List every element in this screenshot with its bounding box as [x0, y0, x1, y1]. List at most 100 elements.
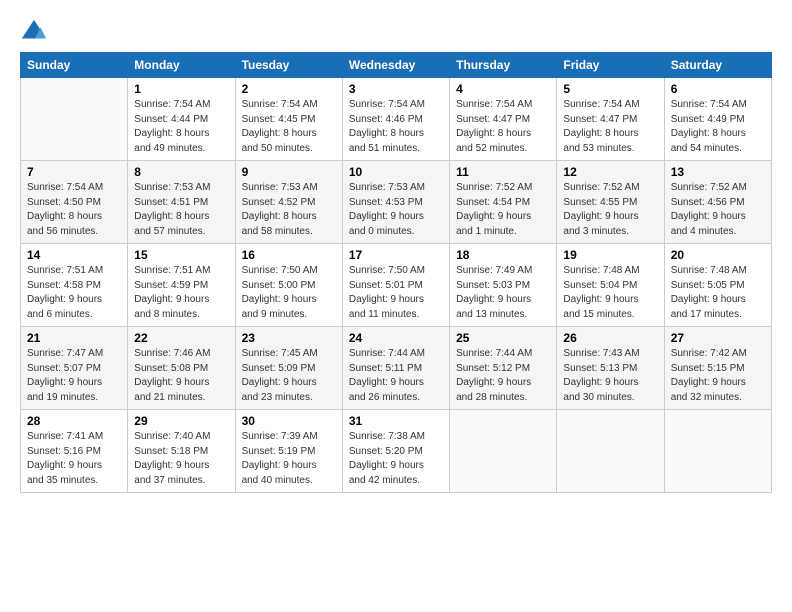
logo-icon [20, 18, 48, 46]
calendar-cell: 10 Sunrise: 7:53 AM Sunset: 4:53 PM Dayli… [342, 161, 449, 244]
day-info: Sunrise: 7:44 AM Sunset: 5:11 PM Dayligh… [349, 347, 443, 405]
day-info: Sunrise: 7:46 AM Sunset: 5:08 PM Dayligh… [134, 347, 228, 405]
day-info: Sunrise: 7:40 AM Sunset: 5:18 PM Dayligh… [134, 430, 228, 488]
day-info: Sunrise: 7:54 AM Sunset: 4:46 PM Dayligh… [349, 98, 443, 156]
day-info: Sunrise: 7:45 AM Sunset: 5:09 PM Dayligh… [242, 347, 336, 405]
day-number: 10 [349, 165, 443, 179]
col-header-saturday: Saturday [664, 53, 771, 78]
day-info: Sunrise: 7:54 AM Sunset: 4:47 PM Dayligh… [456, 98, 550, 156]
day-number: 15 [134, 248, 228, 262]
day-number: 16 [242, 248, 336, 262]
day-number: 25 [456, 331, 550, 345]
calendar-cell: 9 Sunrise: 7:53 AM Sunset: 4:52 PM Daylig… [235, 161, 342, 244]
week-row-2: 7 Sunrise: 7:54 AM Sunset: 4:50 PM Daylig… [21, 161, 772, 244]
calendar-cell: 28Sunrise: 7:41 AM Sunset: 5:16 PM Dayli… [21, 410, 128, 493]
day-number: 20 [671, 248, 765, 262]
day-info: Sunrise: 7:48 AM Sunset: 5:04 PM Dayligh… [563, 264, 657, 322]
calendar-cell [21, 78, 128, 161]
calendar-cell: 7 Sunrise: 7:54 AM Sunset: 4:50 PM Daylig… [21, 161, 128, 244]
day-number: 9 [242, 165, 336, 179]
calendar-cell: 2Sunrise: 7:54 AM Sunset: 4:45 PM Daylig… [235, 78, 342, 161]
calendar-cell: 14 Sunrise: 7:51 AM Sunset: 4:58 PM Dayli… [21, 244, 128, 327]
day-info: Sunrise: 7:53 AM Sunset: 4:51 PM Dayligh… [134, 181, 228, 239]
logo [20, 18, 50, 46]
header [20, 18, 772, 46]
day-info: Sunrise: 7:54 AM Sunset: 4:50 PM Dayligh… [27, 181, 121, 239]
calendar-cell: 27 Sunrise: 7:42 AM Sunset: 5:15 PM Dayli… [664, 327, 771, 410]
calendar-cell: 20 Sunrise: 7:48 AM Sunset: 5:05 PM Dayli… [664, 244, 771, 327]
col-header-thursday: Thursday [450, 53, 557, 78]
col-header-wednesday: Wednesday [342, 53, 449, 78]
week-row-4: 21Sunrise: 7:47 AM Sunset: 5:07 PM Dayli… [21, 327, 772, 410]
day-info: Sunrise: 7:44 AM Sunset: 5:12 PM Dayligh… [456, 347, 550, 405]
day-number: 26 [563, 331, 657, 345]
calendar-cell: 13 Sunrise: 7:52 AM Sunset: 4:56 PM Dayli… [664, 161, 771, 244]
calendar-cell: 29 Sunrise: 7:40 AM Sunset: 5:18 PM Dayli… [128, 410, 235, 493]
col-header-tuesday: Tuesday [235, 53, 342, 78]
calendar-cell: 12 Sunrise: 7:52 AM Sunset: 4:55 PM Dayli… [557, 161, 664, 244]
day-number: 1 [134, 82, 228, 96]
day-number: 30 [242, 414, 336, 428]
day-info: Sunrise: 7:51 AM Sunset: 4:58 PM Dayligh… [27, 264, 121, 322]
day-info: Sunrise: 7:50 AM Sunset: 5:01 PM Dayligh… [349, 264, 443, 322]
col-header-sunday: Sunday [21, 53, 128, 78]
calendar-cell: 15 Sunrise: 7:51 AM Sunset: 4:59 PM Dayli… [128, 244, 235, 327]
day-info: Sunrise: 7:48 AM Sunset: 5:05 PM Dayligh… [671, 264, 765, 322]
day-info: Sunrise: 7:54 AM Sunset: 4:49 PM Dayligh… [671, 98, 765, 156]
calendar-cell: 31 Sunrise: 7:38 AM Sunset: 5:20 PM Dayli… [342, 410, 449, 493]
day-info: Sunrise: 7:39 AM Sunset: 5:19 PM Dayligh… [242, 430, 336, 488]
day-info: Sunrise: 7:54 AM Sunset: 4:47 PM Dayligh… [563, 98, 657, 156]
calendar-cell [450, 410, 557, 493]
day-info: Sunrise: 7:38 AM Sunset: 5:20 PM Dayligh… [349, 430, 443, 488]
page-container: SundayMondayTuesdayWednesdayThursdayFrid… [0, 0, 792, 503]
day-number: 17 [349, 248, 443, 262]
day-number: 6 [671, 82, 765, 96]
day-info: Sunrise: 7:52 AM Sunset: 4:56 PM Dayligh… [671, 181, 765, 239]
calendar-cell: 6 Sunrise: 7:54 AM Sunset: 4:49 PM Daylig… [664, 78, 771, 161]
calendar-cell: 26 Sunrise: 7:43 AM Sunset: 5:13 PM Dayli… [557, 327, 664, 410]
col-header-monday: Monday [128, 53, 235, 78]
day-number: 21 [27, 331, 121, 345]
day-number: 5 [563, 82, 657, 96]
calendar-cell: 21Sunrise: 7:47 AM Sunset: 5:07 PM Dayli… [21, 327, 128, 410]
day-number: 28 [27, 414, 121, 428]
day-number: 11 [456, 165, 550, 179]
day-number: 23 [242, 331, 336, 345]
day-number: 22 [134, 331, 228, 345]
day-number: 31 [349, 414, 443, 428]
day-info: Sunrise: 7:54 AM Sunset: 4:45 PM Dayligh… [242, 98, 336, 156]
day-number: 8 [134, 165, 228, 179]
calendar-cell: 25 Sunrise: 7:44 AM Sunset: 5:12 PM Dayli… [450, 327, 557, 410]
calendar-cell: 8 Sunrise: 7:53 AM Sunset: 4:51 PM Daylig… [128, 161, 235, 244]
day-number: 4 [456, 82, 550, 96]
day-info: Sunrise: 7:53 AM Sunset: 4:53 PM Dayligh… [349, 181, 443, 239]
week-row-1: 1Sunrise: 7:54 AM Sunset: 4:44 PM Daylig… [21, 78, 772, 161]
calendar-cell: 24 Sunrise: 7:44 AM Sunset: 5:11 PM Dayli… [342, 327, 449, 410]
calendar-cell: 17 Sunrise: 7:50 AM Sunset: 5:01 PM Dayli… [342, 244, 449, 327]
calendar-cell: 22 Sunrise: 7:46 AM Sunset: 5:08 PM Dayli… [128, 327, 235, 410]
calendar-cell: 18Sunrise: 7:49 AM Sunset: 5:03 PM Dayli… [450, 244, 557, 327]
day-number: 24 [349, 331, 443, 345]
day-info: Sunrise: 7:42 AM Sunset: 5:15 PM Dayligh… [671, 347, 765, 405]
calendar-table: SundayMondayTuesdayWednesdayThursdayFrid… [20, 52, 772, 493]
day-number: 14 [27, 248, 121, 262]
col-header-friday: Friday [557, 53, 664, 78]
calendar-cell: 23 Sunrise: 7:45 AM Sunset: 5:09 PM Dayli… [235, 327, 342, 410]
day-number: 29 [134, 414, 228, 428]
day-number: 27 [671, 331, 765, 345]
day-number: 7 [27, 165, 121, 179]
day-info: Sunrise: 7:50 AM Sunset: 5:00 PM Dayligh… [242, 264, 336, 322]
day-info: Sunrise: 7:52 AM Sunset: 4:55 PM Dayligh… [563, 181, 657, 239]
day-info: Sunrise: 7:51 AM Sunset: 4:59 PM Dayligh… [134, 264, 228, 322]
day-info: Sunrise: 7:52 AM Sunset: 4:54 PM Dayligh… [456, 181, 550, 239]
day-number: 13 [671, 165, 765, 179]
calendar-cell: 5 Sunrise: 7:54 AM Sunset: 4:47 PM Daylig… [557, 78, 664, 161]
calendar-cell [557, 410, 664, 493]
day-info: Sunrise: 7:43 AM Sunset: 5:13 PM Dayligh… [563, 347, 657, 405]
day-info: Sunrise: 7:53 AM Sunset: 4:52 PM Dayligh… [242, 181, 336, 239]
calendar-cell: 19Sunrise: 7:48 AM Sunset: 5:04 PM Dayli… [557, 244, 664, 327]
day-info: Sunrise: 7:49 AM Sunset: 5:03 PM Dayligh… [456, 264, 550, 322]
calendar-cell [664, 410, 771, 493]
day-number: 12 [563, 165, 657, 179]
week-row-3: 14 Sunrise: 7:51 AM Sunset: 4:58 PM Dayli… [21, 244, 772, 327]
